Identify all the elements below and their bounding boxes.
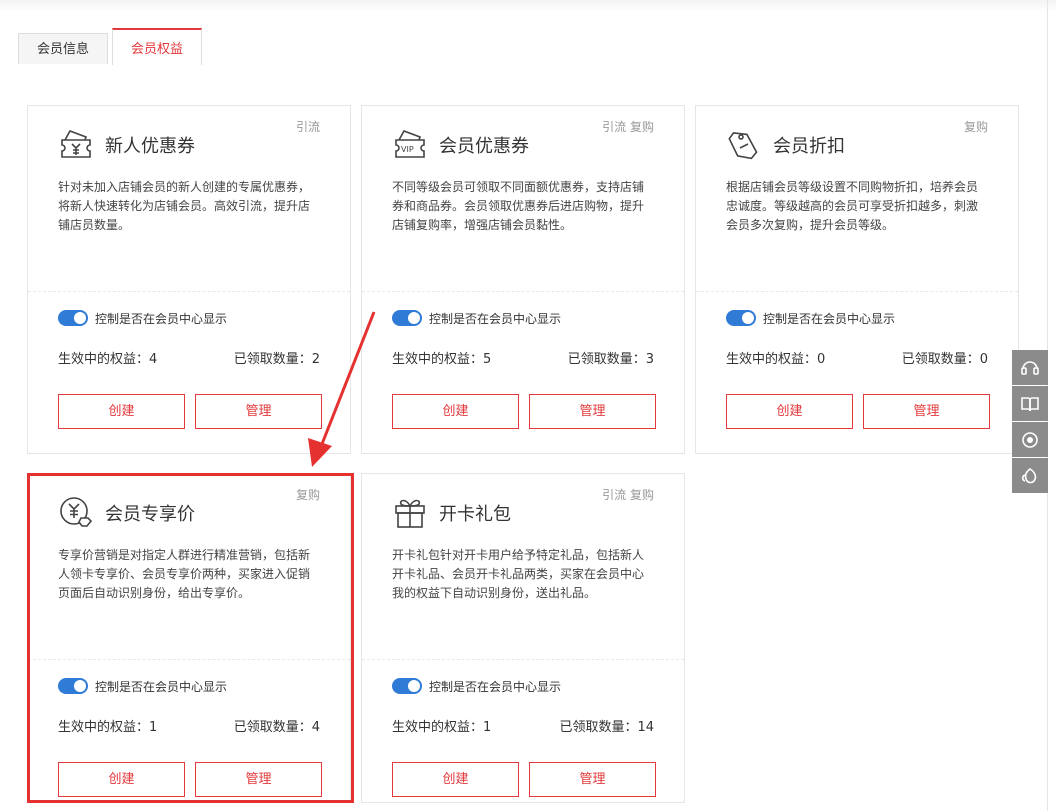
tab-bar: 会员信息 会员权益: [0, 0, 1048, 66]
card-title: 新人优惠券: [105, 136, 195, 157]
card-description: 根据店铺会员等级设置不同购物折扣，培养会员忠诚度。等级越高的会员可享受折扣越多，…: [726, 180, 979, 232]
price-tag-icon: [728, 132, 758, 160]
card-description: 不同等级会员可领取不同面额优惠券，支持店铺券和商品券。会员领取优惠券后进店购物，…: [392, 180, 645, 232]
create-button[interactable]: 创建: [392, 762, 519, 797]
display-toggle[interactable]: [392, 678, 422, 694]
manage-button[interactable]: 管理: [529, 394, 656, 429]
create-button[interactable]: 创建: [58, 394, 185, 429]
manage-button[interactable]: 管理: [863, 394, 990, 429]
toggle-knob: [408, 680, 420, 692]
headset-icon: [1021, 360, 1039, 375]
card-divider: [362, 291, 684, 292]
toggle-label: 控制是否在会员中心显示: [95, 312, 228, 326]
svg-text:VIP: VIP: [401, 145, 414, 154]
card-description: 针对未加入店铺会员的新人创建的专属优惠券，将新人快速转化为店铺会员。高效引流，提…: [58, 180, 311, 232]
display-toggle[interactable]: [392, 310, 422, 326]
benefit-card-member-discount: 复购 会员折扣 根据店铺会员等级设置不同购物折扣，培养会员忠诚度。等级越高的会员…: [695, 105, 1019, 454]
manual-button[interactable]: [1012, 386, 1048, 421]
ticket-vip-icon: VIP: [395, 130, 425, 158]
active-benefits-count: 生效中的权益：0: [726, 352, 826, 367]
record-icon: [1022, 431, 1038, 448]
manage-button[interactable]: 管理: [195, 394, 322, 429]
benefit-card-membership-gift: 引流 复购 开卡礼包 开卡礼包针对开卡用户给予特定礼品，包括新人开卡礼品、会员开…: [361, 473, 685, 803]
benefit-card-member-coupon: 引流 复购 VIP 会员优惠券 不同等级会员可领取不同面额优惠券，支持店铺券和商…: [361, 105, 685, 454]
card-title: 会员折扣: [773, 136, 845, 157]
card-divider: [362, 659, 684, 660]
manage-button[interactable]: 管理: [529, 762, 656, 797]
card-title: 会员优惠券: [439, 136, 529, 157]
card-tag: 复购: [963, 120, 988, 134]
active-benefits-count: 生效中的权益：1: [392, 720, 492, 735]
benefit-card-new-user-coupon: 引流 新人优惠券 针对未加入店铺会员的新人创建的专属优惠券，将新人快速转化为店铺…: [27, 105, 351, 454]
create-button[interactable]: 创建: [392, 394, 519, 429]
create-button[interactable]: 创建: [726, 394, 853, 429]
display-toggle[interactable]: [58, 310, 88, 326]
highlight-box: [27, 473, 354, 803]
share-button[interactable]: [1012, 458, 1048, 493]
card-tag: 引流 复购: [602, 120, 654, 134]
claimed-count: 已领取数量：0: [901, 352, 988, 367]
claimed-count: 已领取数量：3: [567, 352, 654, 367]
display-toggle[interactable]: [726, 310, 756, 326]
tab-member-benefits[interactable]: 会员权益: [112, 28, 202, 65]
card-tag: 引流 复购: [602, 488, 654, 502]
card-divider: [696, 291, 1018, 292]
record-button[interactable]: [1012, 422, 1048, 457]
toggle-label: 控制是否在会员中心显示: [429, 312, 562, 326]
toggle-knob: [74, 312, 86, 324]
side-toolbar: [1012, 350, 1048, 494]
toggle-label: 控制是否在会员中心显示: [763, 312, 896, 326]
toggle-knob: [408, 312, 420, 324]
customer-service-button[interactable]: [1012, 350, 1048, 385]
card-description: 开卡礼包针对开卡用户给予特定礼品，包括新人开卡礼品、会员开卡礼品两类，买家在会员…: [392, 548, 645, 600]
toggle-knob: [742, 312, 754, 324]
tab-member-info[interactable]: 会员信息: [18, 33, 108, 64]
claimed-count: 已领取数量：2: [233, 352, 320, 367]
claimed-count: 已领取数量：14: [559, 720, 654, 735]
gift-icon: [395, 499, 425, 528]
book-icon: [1021, 396, 1039, 411]
card-tag: 引流: [295, 120, 320, 134]
active-benefits-count: 生效中的权益：5: [392, 352, 492, 367]
share-icon: [1021, 467, 1037, 483]
active-benefits-count: 生效中的权益：4: [58, 352, 158, 367]
ticket-yuan-icon: [61, 130, 91, 158]
card-title: 开卡礼包: [439, 504, 511, 525]
toggle-label: 控制是否在会员中心显示: [429, 680, 562, 694]
card-divider: [28, 291, 350, 292]
